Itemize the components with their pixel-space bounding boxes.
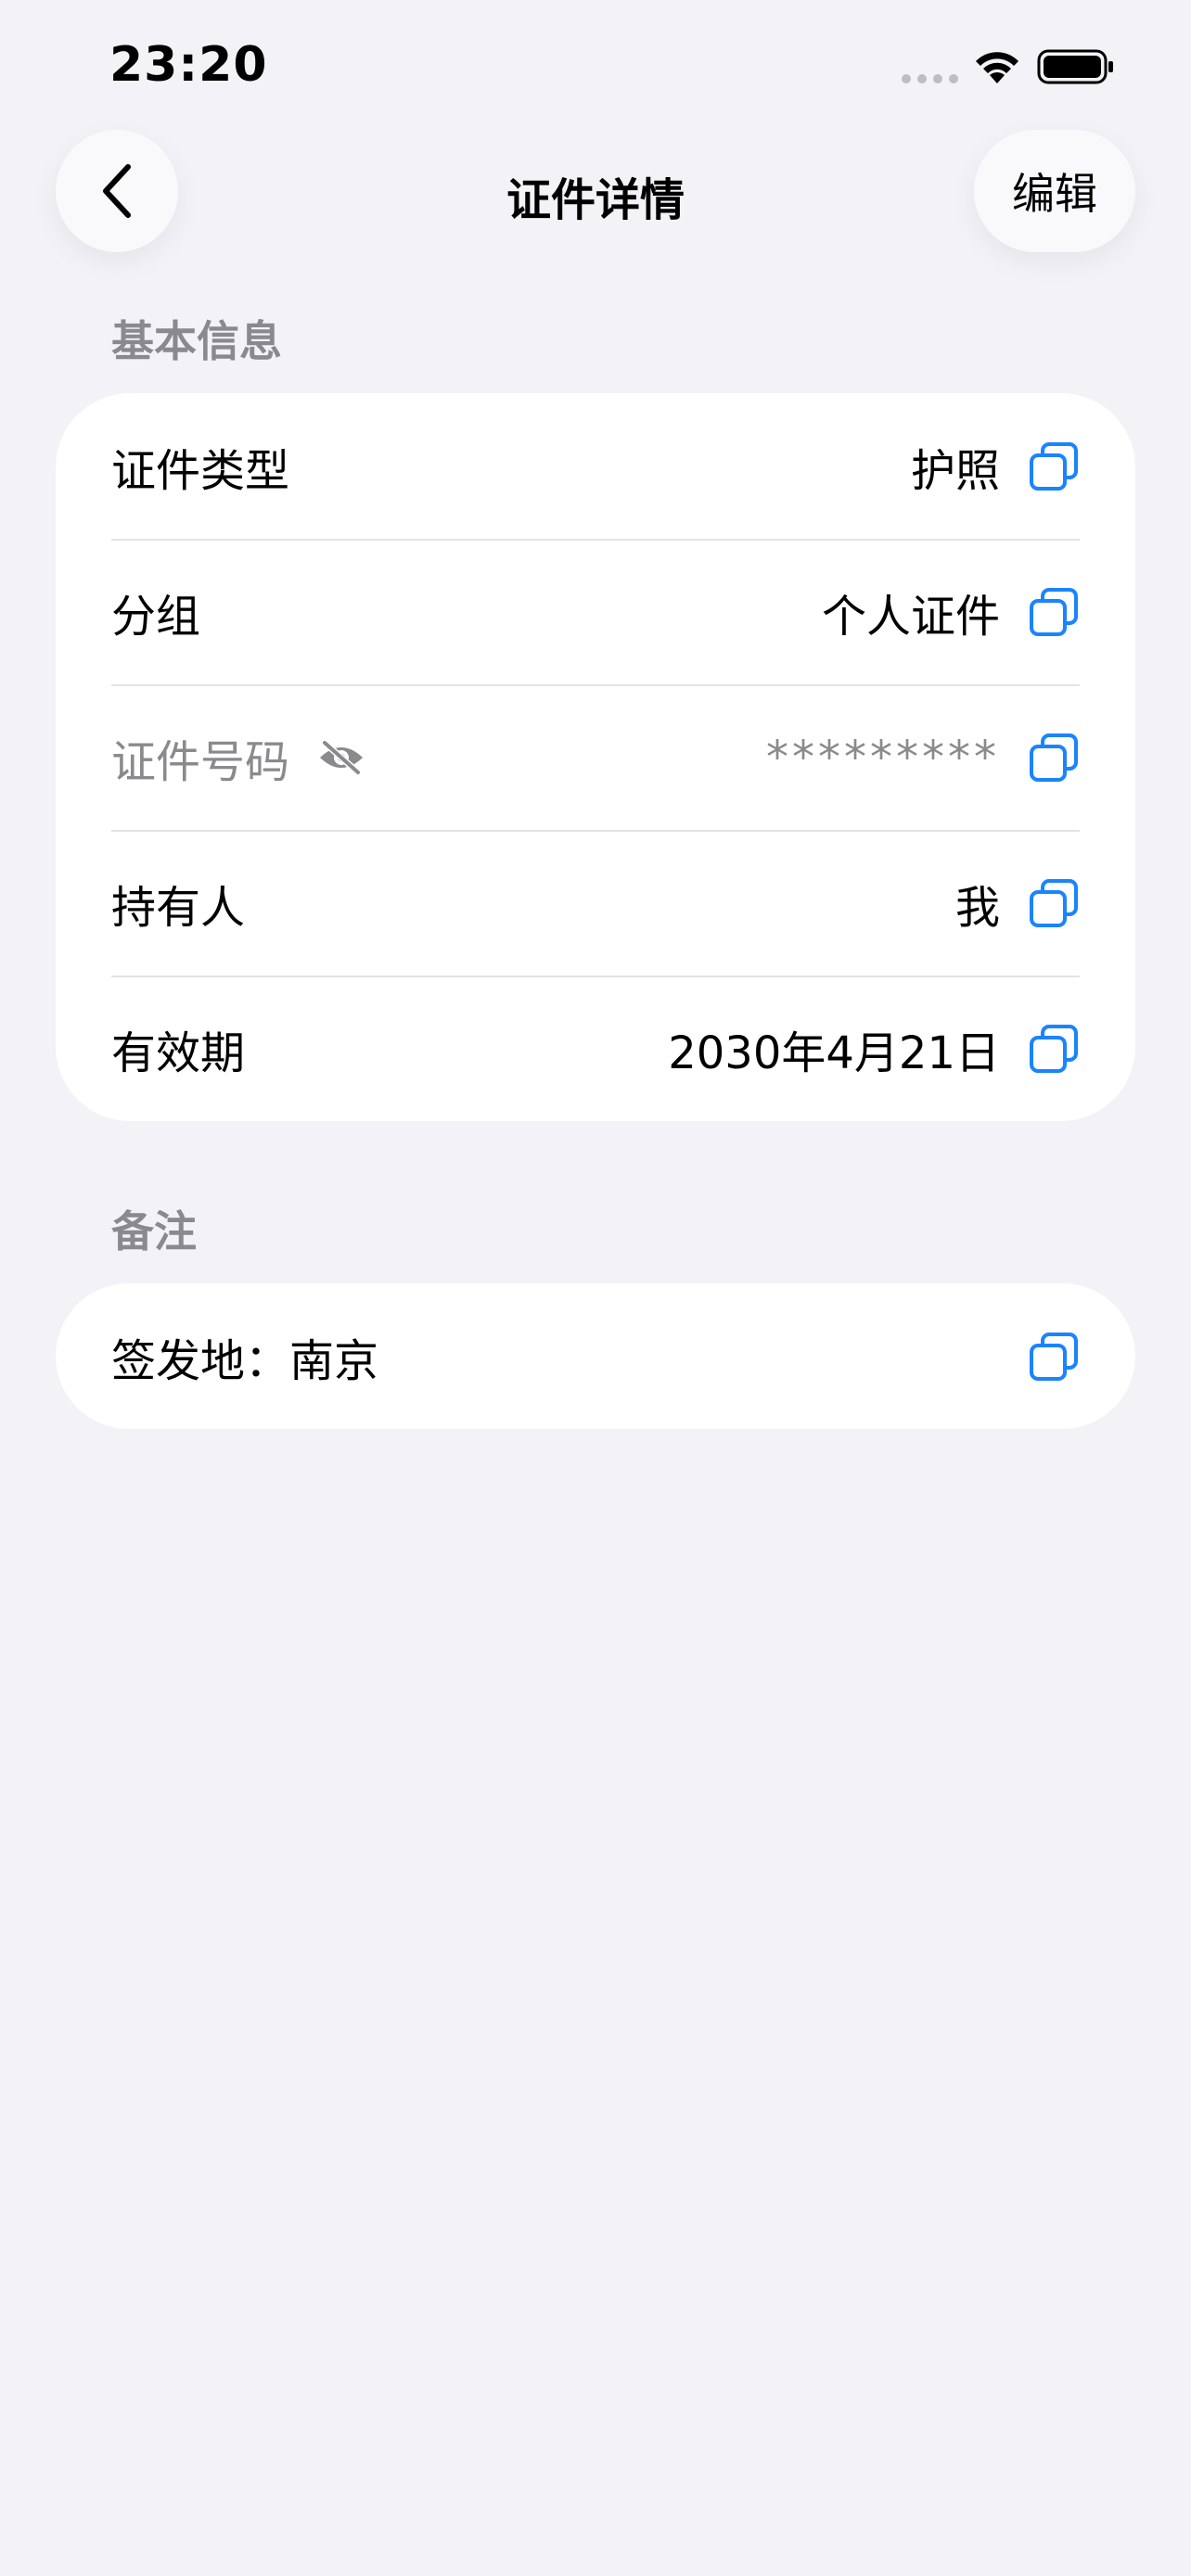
copy-icon[interactable] (1028, 440, 1080, 492)
section-header-basic-info: 基本信息 (111, 316, 282, 366)
row-holder: 持有人 我 (56, 830, 1135, 976)
row-value: 我 (954, 881, 1000, 934)
copy-icon[interactable] (1028, 732, 1080, 784)
copy-icon[interactable] (1028, 1331, 1080, 1383)
status-time: 23:20 (109, 37, 268, 93)
row-notes: 签发地：南京 (56, 1283, 1135, 1429)
edit-button[interactable]: 编辑 (974, 130, 1135, 252)
row-label: 证件号码 (111, 735, 290, 788)
eye-slash-icon[interactable] (317, 739, 365, 776)
row-document-type: 证件类型 护照 (56, 393, 1135, 539)
row-value: 个人证件 (821, 590, 1000, 643)
copy-icon[interactable] (1028, 877, 1080, 929)
signal-dots-icon (902, 74, 958, 83)
row-group: 分组 个人证件 (56, 539, 1135, 684)
status-bar: 23:20 (0, 0, 1191, 130)
row-value: 2030年4月21日 (668, 1027, 1000, 1079)
notes-card: 签发地：南京 (56, 1283, 1135, 1429)
copy-icon[interactable] (1028, 586, 1080, 638)
basic-info-card: 证件类型 护照 分组 个人证件 证件号码 ********* 持有人 我 有效期… (56, 393, 1135, 1121)
wifi-icon (976, 52, 1018, 83)
copy-icon[interactable] (1028, 1023, 1080, 1075)
row-label: 证件类型 (111, 444, 290, 497)
row-label: 持有人 (111, 881, 246, 934)
battery-icon (1037, 49, 1113, 84)
row-label: 分组 (111, 590, 201, 643)
row-label: 有效期 (111, 1027, 246, 1079)
row-value: 护照 (910, 444, 1000, 497)
row-value: ********* (766, 731, 1000, 784)
notes-text: 签发地：南京 (111, 1334, 379, 1387)
section-header-notes: 备注 (111, 1206, 197, 1256)
row-expiry-date: 有效期 2030年4月21日 (56, 976, 1135, 1121)
row-label-container: 证件号码 (111, 725, 365, 790)
row-document-number: 证件号码 ********* (56, 684, 1135, 830)
